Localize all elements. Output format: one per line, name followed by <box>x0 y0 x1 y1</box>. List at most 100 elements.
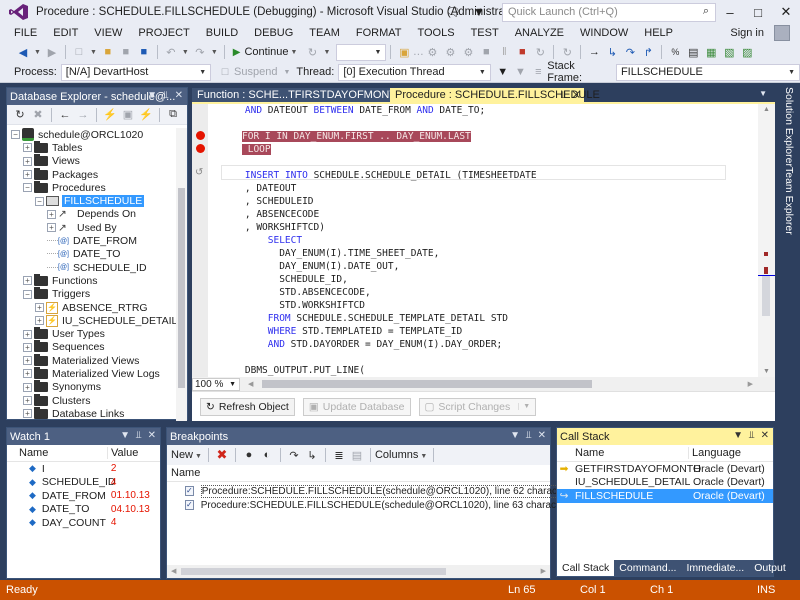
find-in-files-icon[interactable]: ▣ <box>396 44 412 60</box>
tab-function-getfirstdayofmonth[interactable]: Function : SCHE...TFIRSTDAYOFMONTH <box>192 88 404 102</box>
close-button[interactable]: ✕ <box>772 0 800 24</box>
scroll-right-arrow[interactable]: ▶ <box>748 380 753 388</box>
chevron-down-icon[interactable]: ▼ <box>518 403 530 410</box>
expand-icon[interactable]: + <box>23 276 32 286</box>
save-all-icon[interactable]: ■ <box>136 44 152 60</box>
sign-in-link[interactable]: Sign in <box>730 27 764 39</box>
db-object-icon-b[interactable]: ▧ <box>721 44 737 60</box>
pin-icon[interactable]: ⫫ <box>561 90 567 101</box>
stop-debugging-icon[interactable]: ■ <box>514 44 530 60</box>
tab-output[interactable]: Output <box>749 560 791 576</box>
code-line[interactable]: , WORKSHIFTCD) <box>222 221 325 234</box>
db-object-icon-c[interactable]: ▨ <box>739 44 755 60</box>
expand-icon[interactable]: + <box>23 329 32 339</box>
code-line[interactable]: , DATEOUT <box>222 182 296 195</box>
menu-analyze[interactable]: ANALYZE <box>507 27 572 39</box>
expand-icon[interactable]: + <box>35 303 44 312</box>
editor-scrollbar[interactable]: ▲ ▼ <box>758 104 775 379</box>
watch-row[interactable]: ◆ DATE_TO 04.10.13 <box>7 503 160 517</box>
tree-node-materialized-views[interactable]: + Materialized Views <box>7 353 177 367</box>
expand-icon[interactable]: + <box>23 396 32 406</box>
delete-breakpoint-icon[interactable]: ✖ <box>214 447 230 463</box>
watch-row[interactable]: ◆ DAY_COUNT 4 <box>7 516 160 530</box>
expand-icon[interactable]: + <box>23 156 32 166</box>
avatar[interactable] <box>774 25 790 41</box>
code-line[interactable]: DAY_ENUM(I).DATE_OUT, <box>222 260 399 273</box>
suspend-dropdown[interactable]: ▼ <box>283 69 290 76</box>
menu-help[interactable]: HELP <box>636 27 681 39</box>
tab-overflow-dropdown[interactable]: ▼ <box>759 89 767 98</box>
new-item-dropdown[interactable]: ▼ <box>90 49 97 56</box>
team-explorer-tab[interactable]: Team Explorer <box>783 167 795 235</box>
close-tab-icon[interactable]: ✕ <box>572 90 580 101</box>
expand-icon[interactable]: + <box>23 170 32 180</box>
menu-tools[interactable]: TOOLS <box>409 27 462 39</box>
call-stack-row[interactable]: IU_SCHEDULE_DETAIL Oracle (Devart) <box>557 476 773 490</box>
new-connection-icon[interactable]: ⚡ <box>102 107 118 123</box>
tree-node-database-links[interactable]: + Database Links <box>7 406 177 420</box>
step-over-icon[interactable]: ↷ <box>622 44 638 60</box>
close-icon[interactable]: ✕ <box>761 430 769 441</box>
tree-node-schedule-orcl1020[interactable]: − schedule@ORCL1020 <box>7 128 177 142</box>
step-icon-b[interactable]: ⚙ <box>460 44 476 60</box>
copy-icon[interactable]: ⧉ <box>165 107 181 123</box>
tree-node-functions[interactable]: + Functions <box>7 273 177 287</box>
scroll-left-arrow[interactable]: ◀ <box>171 567 176 575</box>
breakpoint-row[interactable]: ✓ Procedure:SCHEDULE.FILLSCHEDULE(schedul… <box>185 484 579 498</box>
continue-dropdown[interactable]: ▼ <box>291 49 298 56</box>
tree-node-materialized-view-logs[interactable]: + Materialized View Logs <box>7 366 177 380</box>
show-next-statement-icon[interactable]: → <box>586 44 602 60</box>
go-to-disassembly-icon[interactable]: ↳ <box>304 447 320 463</box>
flag-just-my-code-icon[interactable]: ▼ <box>513 64 529 80</box>
collapse-icon[interactable]: − <box>23 289 32 299</box>
step-out-icon[interactable]: ↱ <box>640 44 656 60</box>
code-line-breakpoint[interactable]: FOR I IN DAY_ENUM.FIRST .. DAY_ENUM.LAST <box>242 130 471 143</box>
column-header-name[interactable]: Name <box>557 447 688 459</box>
watch-row[interactable]: ◆ DATE_FROM 01.10.13 <box>7 489 160 503</box>
export-icon[interactable]: ≣ <box>331 447 347 463</box>
breakpoint-checkbox[interactable]: ✓ <box>185 500 194 510</box>
tree-node-date-from[interactable]: [@] DATE_FROM <box>7 234 177 247</box>
quick-launch-input[interactable]: Quick Launch (Ctrl+Q) ⌕ <box>502 2 716 22</box>
code-line[interactable]: STD.ABSENCECODE, <box>222 286 371 299</box>
tree-node-absence-rtrg[interactable]: + ⚡ ABSENCE_RTRG <box>7 301 177 314</box>
horizontal-scrollbar-thumb[interactable] <box>262 380 592 388</box>
save-icon[interactable]: ■ <box>118 44 134 60</box>
code-line[interactable]: STD.WORKSHIFTCD <box>222 299 365 312</box>
delete-icon[interactable]: ✖ <box>30 107 46 123</box>
undo-dropdown[interactable]: ▼ <box>182 49 189 56</box>
dropdown-icon[interactable]: ▼ <box>733 430 743 441</box>
disable-all-breakpoints-icon[interactable]: ◐ <box>259 447 275 463</box>
tree-node-iu-schedule-detail[interactable]: + ⚡ IU_SCHEDULE_DETAIL <box>7 314 177 327</box>
menu-edit[interactable]: EDIT <box>45 27 86 39</box>
code-line[interactable]: AND STD.DAYORDER = DAY_ENUM(I).DAY_ORDER… <box>222 338 503 351</box>
scrollbar-thumb[interactable] <box>181 568 446 575</box>
collapse-icon[interactable]: − <box>35 196 44 206</box>
tree-node-user-types[interactable]: + User Types <box>7 327 177 340</box>
watch-row[interactable]: ◆ I 2 <box>7 462 160 476</box>
zoom-combo[interactable]: 100 % ▼ <box>192 377 240 391</box>
refresh-object-button[interactable]: ↻ Refresh Object <box>200 397 295 416</box>
code-area[interactable]: AND DATEOUT BETWEEN DATE_FROM AND DATE_T… <box>222 104 757 389</box>
stop-disabled-icon[interactable]: ■ <box>478 44 494 60</box>
tree-node-used-by[interactable]: + ↗ Used By <box>7 221 177 234</box>
breakpoint-icon[interactable] <box>196 144 205 153</box>
open-folder-icon[interactable]: ■ <box>100 44 116 60</box>
refresh-icon[interactable]: ↻ <box>12 107 28 123</box>
tab-immediate[interactable]: Immediate... <box>681 560 749 576</box>
scrollbar-thumb[interactable] <box>762 276 770 316</box>
columns-button[interactable]: Columns ▼ <box>375 449 429 461</box>
tree-node-clusters[interactable]: + Clusters <box>7 393 177 407</box>
code-editor[interactable]: ↺ AND DATEOUT BETWEEN DATE_FROM AND DATE… <box>192 102 775 389</box>
code-line[interactable]: FROM SCHEDULE.SCHEDULE_TEMPLATE_DETAIL S… <box>222 312 508 325</box>
feedback-icon[interactable]: 🗨 <box>444 3 462 21</box>
back-icon[interactable]: ← <box>57 107 73 123</box>
expand-icon[interactable]: + <box>47 209 56 219</box>
expand-icon[interactable]: + <box>23 369 32 379</box>
delete-all-breakpoints-icon[interactable]: ● <box>241 447 257 463</box>
restart-icon[interactable]: ↻ <box>304 44 320 60</box>
code-line[interactable]: DAY_ENUM(I).TIME_SHEET_DATE, <box>222 247 439 260</box>
dropdown-icon[interactable]: ▼ <box>120 430 130 441</box>
scrollbar-thumb[interactable] <box>178 188 185 388</box>
tree-node-procedures[interactable]: − Procedures <box>7 180 177 194</box>
